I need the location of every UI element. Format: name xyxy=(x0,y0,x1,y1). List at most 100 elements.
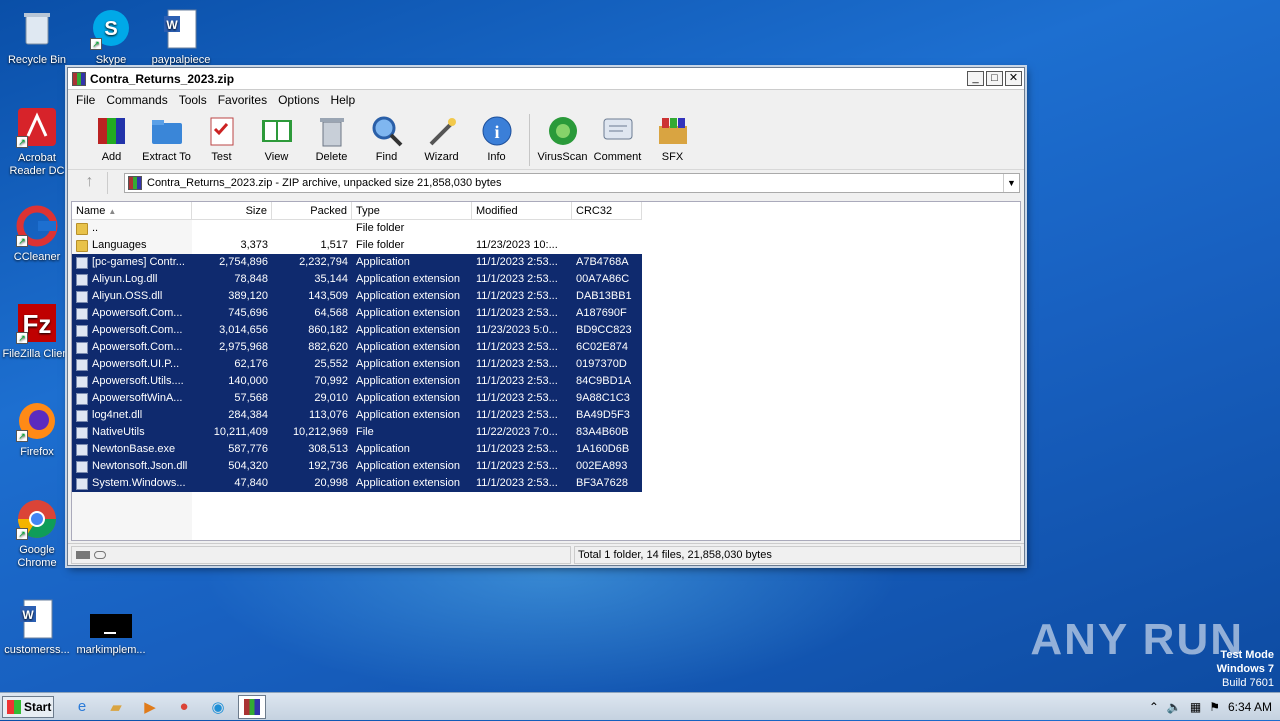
desktop-icon-ccleaner[interactable]: ↗ CCleaner xyxy=(0,205,74,264)
taskbar-edge[interactable]: ◉ xyxy=(204,695,232,719)
menu-favorites[interactable]: Favorites xyxy=(214,93,274,107)
column-header-name[interactable]: Name ▲ xyxy=(72,202,192,220)
file-row[interactable]: .. File folder xyxy=(72,220,642,237)
add-button[interactable]: Add xyxy=(84,114,139,163)
sfx-button[interactable]: SFX xyxy=(645,114,700,163)
extract-to-button[interactable]: Extract To xyxy=(139,114,194,163)
file-row[interactable]: Newtonsoft.Json.dll 504,320 192,736 Applica… xyxy=(72,458,642,475)
file-name: NativeUtils xyxy=(92,426,145,438)
clock[interactable]: 6:34 AM xyxy=(1228,700,1272,714)
taskbar-chrome[interactable]: ● xyxy=(170,695,198,719)
menu-tools[interactable]: Tools xyxy=(175,93,214,107)
cell-crc: BF3A7628 xyxy=(576,477,628,489)
start-label: Start xyxy=(24,699,52,714)
desktop-icon-label: Google Chrome xyxy=(17,544,57,569)
column-header-type[interactable]: Type xyxy=(352,202,472,220)
info-button[interactable]: i Info xyxy=(469,114,524,163)
up-folder-button[interactable]: ↑ xyxy=(72,172,108,194)
action-center-flag-icon[interactable]: ⚑ xyxy=(1209,700,1220,714)
file-icon xyxy=(76,256,88,269)
file-row[interactable]: [pc-games] Contr... 2,754,896 2,232,794 App… xyxy=(72,254,642,271)
blank-file-icon xyxy=(90,598,132,640)
taskbar-winrar[interactable] xyxy=(238,694,266,719)
menu-bar: File Commands Tools Favorites Options He… xyxy=(68,90,1024,110)
chevron-down-icon[interactable]: ▼ xyxy=(1003,174,1019,192)
virusscan-button[interactable]: VirusScan xyxy=(535,114,590,163)
delete-button[interactable]: Delete xyxy=(304,114,359,163)
title-bar[interactable]: Contra_Returns_2023.zip _ □ ✕ xyxy=(68,68,1024,90)
taskbar-explorer[interactable]: ▰ xyxy=(102,695,130,719)
sfx-box-icon xyxy=(656,114,690,148)
file-name: Apowersoft.Utils.... xyxy=(92,375,184,387)
file-row[interactable]: NativeUtils 10,211,409 10,212,969 File 11/22… xyxy=(72,424,642,441)
menu-commands[interactable]: Commands xyxy=(102,93,174,107)
desktop-icon-recycle-bin[interactable]: Recycle Bin xyxy=(0,8,74,67)
cell-type: File folder xyxy=(356,239,405,251)
file-row[interactable]: Apowersoft.UI.P... 62,176 25,552 Applicatio… xyxy=(72,356,642,373)
file-row[interactable]: Languages 3,373 1,517 File folder 11/23/2023… xyxy=(72,237,642,254)
view-button[interactable]: View xyxy=(249,114,304,163)
file-row[interactable]: Apowersoft.Com... 3,014,656 860,182 Applica… xyxy=(72,322,642,339)
desktop-icon-label: CCleaner xyxy=(13,251,61,263)
find-button[interactable]: Find xyxy=(359,114,414,163)
file-icon xyxy=(76,358,88,371)
file-row[interactable]: Apowersoft.Utils.... 140,000 70,992 Applica… xyxy=(72,373,642,390)
file-row[interactable]: Apowersoft.Com... 2,975,968 882,620 Applica… xyxy=(72,339,642,356)
file-row[interactable]: ApowersoftWinA... 57,568 29,010 Application… xyxy=(72,390,642,407)
virus-bug-icon xyxy=(546,114,580,148)
cell-modified: 11/1/2023 2:53... xyxy=(476,358,558,370)
menu-help[interactable]: Help xyxy=(326,93,362,107)
desktop-icon-acrobat[interactable]: ↗ Acrobat Reader DC xyxy=(0,106,74,178)
maximize-button[interactable]: □ xyxy=(986,71,1003,86)
cell-crc: 84C9BD1A xyxy=(576,375,632,387)
minimize-button[interactable]: _ xyxy=(967,71,984,86)
folder-icon xyxy=(76,222,88,235)
desktop-icon-firefox[interactable]: ↗ Firefox xyxy=(0,400,74,459)
cell-size: 389,120 xyxy=(228,290,268,302)
column-header-modified[interactable]: Modified xyxy=(472,202,572,220)
taskbar-media-player[interactable]: ▶ xyxy=(136,695,164,719)
file-row[interactable]: NewtonBase.exe 587,776 308,513 Application 1… xyxy=(72,441,642,458)
cell-type: Application extension xyxy=(356,290,460,302)
desktop-icon-filezilla[interactable]: Fz ↗ FileZilla Client xyxy=(0,302,74,361)
menu-options[interactable]: Options xyxy=(274,93,326,107)
desktop-icon-markimplem[interactable]: markimplem... xyxy=(74,598,148,657)
address-bar: ↑ Contra_Returns_2023.zip - ZIP archive,… xyxy=(68,170,1024,196)
desktop-icon-skype[interactable]: S ↗ Skype xyxy=(74,8,148,67)
file-icon xyxy=(76,409,88,422)
add-archive-icon xyxy=(95,114,129,148)
test-button[interactable]: Test xyxy=(194,114,249,163)
show-hidden-icons-icon[interactable]: ⌃ xyxy=(1149,700,1159,714)
taskbar-ie[interactable]: e xyxy=(68,695,96,719)
file-row[interactable]: Aliyun.Log.dll 78,848 35,144 Application ex… xyxy=(72,271,642,288)
network-icon[interactable]: ▦ xyxy=(1190,700,1201,714)
file-row[interactable]: System.Windows... 47,840 20,998 Application… xyxy=(72,475,642,492)
archive-path-field[interactable]: Contra_Returns_2023.zip - ZIP archive, u… xyxy=(124,173,1020,193)
desktop-icon-customerss[interactable]: W customerss... xyxy=(0,598,74,657)
clipboard-check-icon xyxy=(205,114,239,148)
column-header-crc32[interactable]: CRC32 xyxy=(572,202,642,220)
column-header-size[interactable]: Size xyxy=(192,202,272,220)
desktop-icon-chrome[interactable]: ↗ Google Chrome xyxy=(0,498,74,570)
wizard-button[interactable]: Wizard xyxy=(414,114,469,163)
file-icon xyxy=(76,290,88,303)
cell-size: 284,384 xyxy=(228,409,268,421)
svg-text:W: W xyxy=(166,18,178,32)
book-view-icon xyxy=(260,114,294,148)
column-header-packed[interactable]: Packed xyxy=(272,202,352,220)
start-button[interactable]: Start xyxy=(2,695,54,718)
file-row[interactable]: Apowersoft.Com... 745,696 64,568 Applicatio… xyxy=(72,305,642,322)
desktop-icon-paypalpiece[interactable]: W paypalpiece xyxy=(144,8,218,67)
desktop-icon-label: paypalpiece xyxy=(151,54,211,66)
cell-name: Newtonsoft.Json.dll xyxy=(72,458,192,475)
file-row[interactable]: log4net.dll 284,384 113,076 Application ext… xyxy=(72,407,642,424)
volume-icon[interactable]: 🔈 xyxy=(1167,700,1182,714)
test-label: Test xyxy=(211,151,232,163)
close-button[interactable]: ✕ xyxy=(1005,71,1022,86)
file-row[interactable]: Aliyun.OSS.dll 389,120 143,509 Application … xyxy=(72,288,642,305)
shortcut-arrow-icon: ↗ xyxy=(16,235,28,247)
file-icon xyxy=(76,375,88,388)
file-list[interactable]: Name ▲ Size Packed Type Modified CRC32 .… xyxy=(71,201,1021,541)
comment-button[interactable]: Comment xyxy=(590,114,645,163)
menu-file[interactable]: File xyxy=(72,93,102,107)
